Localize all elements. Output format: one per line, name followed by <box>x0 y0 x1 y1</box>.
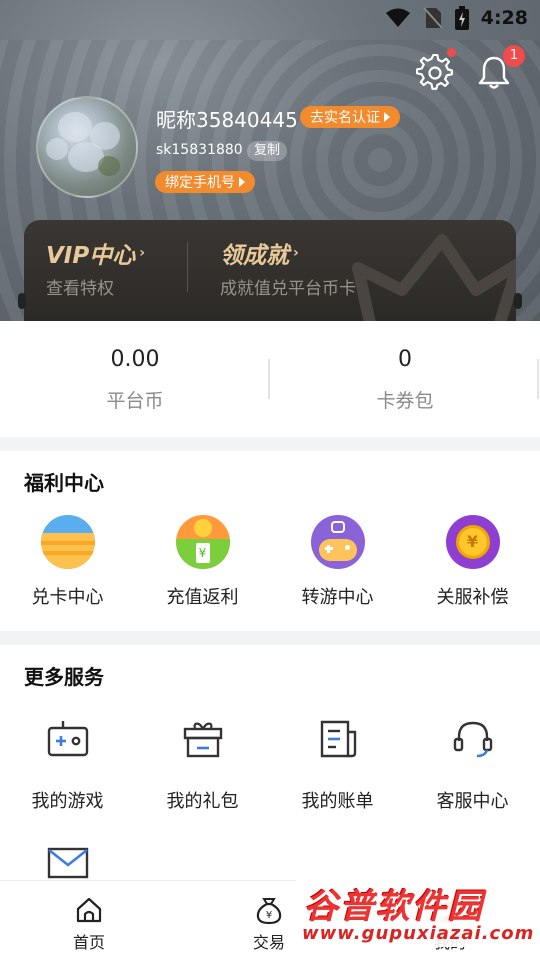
game-transfer-label: 转游中心 <box>301 587 374 608</box>
settings-icon[interactable] <box>416 54 454 92</box>
play-arrow-icon <box>239 177 245 187</box>
achievement-subtitle: 成就值兑平台币卡 <box>220 279 356 299</box>
realname-verify-label: 去实名认证 <box>310 110 380 126</box>
user-id: sk15831880 <box>156 142 243 158</box>
game-transfer-icon <box>310 515 365 569</box>
my-gifts-item[interactable]: 我的礼包 <box>135 717 270 813</box>
gift-icon <box>183 722 222 758</box>
my-games-item[interactable]: 我的游戏 <box>0 717 135 813</box>
my-bills-item[interactable]: 我的账单 <box>270 717 405 813</box>
customer-service-label: 客服中心 <box>436 791 509 812</box>
recharge-rebate-icon: ¥ <box>175 515 230 569</box>
watermark-title: 谷普软件园 <box>304 887 484 927</box>
nav-home-label: 首页 <box>72 933 105 952</box>
status-bar: 4:28 <box>0 0 540 38</box>
card-notch-left <box>18 293 26 309</box>
divider <box>537 359 539 399</box>
customer-service-item[interactable]: 客服中心 <box>405 717 540 813</box>
chevron-right-icon: › <box>139 245 145 261</box>
clock: 4:28 <box>480 7 528 29</box>
services-section: 更多服务 我的游戏 我的礼包 我的账单 客服中心 <box>0 645 540 880</box>
divider <box>187 242 188 292</box>
copy-button[interactable]: 复制 <box>247 141 288 161</box>
recharge-rebate-item[interactable]: ¥ 充值返利 <box>135 515 270 609</box>
my-bills-label: 我的账单 <box>301 791 374 812</box>
battery-icon <box>454 6 469 30</box>
server-compensation-label: 关服补偿 <box>436 587 509 608</box>
coupon-wallet-label: 卡券包 <box>376 390 434 412</box>
realname-verify-button[interactable]: 去实名认证 <box>300 106 400 128</box>
nickname: 昵称35840445 <box>156 108 298 132</box>
server-compensation-icon: ¥ <box>445 515 500 569</box>
card-notch-right <box>514 293 522 309</box>
coupon-wallet-stat[interactable]: 0 卡券包 <box>270 347 540 413</box>
coupon-wallet-value: 0 <box>398 347 412 372</box>
avatar[interactable] <box>36 96 138 198</box>
notification-badge: 1 <box>503 45 525 67</box>
vip-center-title: VIP中心 <box>46 243 136 269</box>
chevron-right-icon: › <box>293 245 299 261</box>
achievement-title: 领成就 <box>220 243 289 269</box>
achievement-link[interactable]: 领成就 › <box>220 236 299 270</box>
gamepad-icon <box>47 721 88 757</box>
nav-trade-label: 交易 <box>252 933 285 952</box>
money-bag-icon: ¥ <box>256 898 282 925</box>
balance-stats: 0.00 平台币 0 卡券包 <box>0 321 540 437</box>
settings-notification-dot <box>447 48 456 57</box>
home-icon <box>76 897 102 923</box>
platform-coin-label: 平台币 <box>106 390 164 412</box>
welfare-section: 福利中心 兑卡中心 ¥ 充值返利 转游中心 ¥ 关服补偿 <box>0 451 540 631</box>
services-title: 更多服务 <box>24 665 104 689</box>
server-compensation-item[interactable]: ¥ 关服补偿 <box>405 515 540 609</box>
nav-home[interactable]: 首页 <box>44 895 134 953</box>
svg-text:¥: ¥ <box>266 910 272 921</box>
my-gifts-label: 我的礼包 <box>166 791 239 812</box>
recharge-rebate-label: 充值返利 <box>166 587 239 608</box>
no-sim-icon <box>422 7 443 29</box>
game-transfer-item[interactable]: 转游中心 <box>270 515 405 609</box>
my-games-label: 我的游戏 <box>31 791 104 812</box>
mail-icon <box>47 847 88 879</box>
card-exchange-icon <box>40 515 95 569</box>
vip-card: VIP中心 › 查看特权 领成就 › 成就值兑平台币卡 <box>24 220 516 321</box>
bill-icon <box>320 720 356 758</box>
headset-icon <box>453 721 492 758</box>
bind-phone-label: 绑定手机号 <box>165 175 235 191</box>
watermark-url: www.gupuxiazai.com <box>302 923 535 944</box>
play-arrow-icon <box>384 112 390 122</box>
profile-header: 4:28 1 昵称35840445 去实名认证 sk15831880 复制 绑定… <box>0 0 540 321</box>
watermark: 谷普软件园 www.gupuxiazai.com <box>296 877 540 947</box>
vip-center-link[interactable]: VIP中心 › <box>46 236 145 270</box>
welfare-title: 福利中心 <box>24 471 104 495</box>
platform-coin-value: 0.00 <box>110 347 160 372</box>
crown-icon <box>352 234 516 321</box>
wifi-icon <box>385 8 410 27</box>
vip-center-subtitle: 查看特权 <box>46 279 114 299</box>
card-exchange-item[interactable]: 兑卡中心 <box>0 515 135 609</box>
bind-phone-button[interactable]: 绑定手机号 <box>155 171 255 193</box>
platform-coin-stat[interactable]: 0.00 平台币 <box>0 347 270 413</box>
card-exchange-label: 兑卡中心 <box>31 587 104 608</box>
